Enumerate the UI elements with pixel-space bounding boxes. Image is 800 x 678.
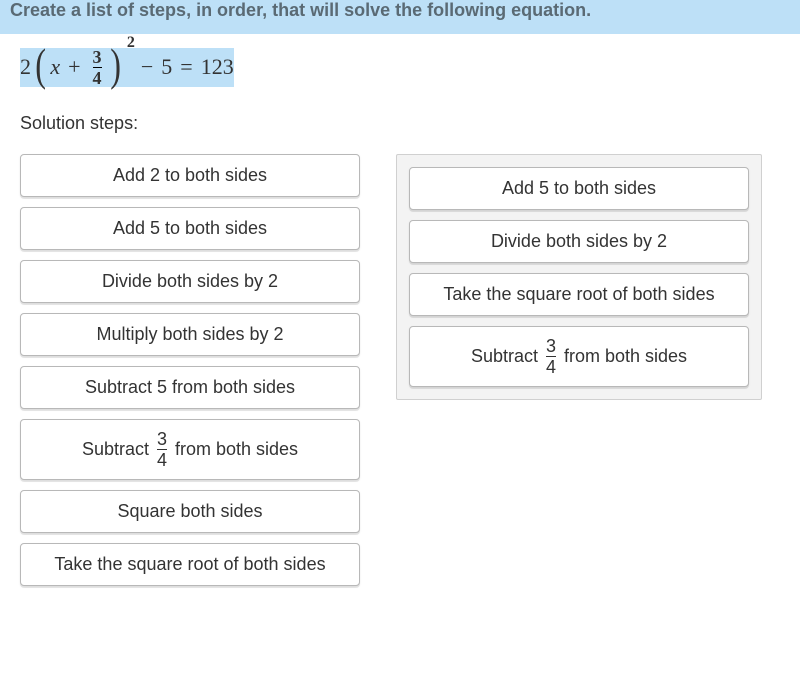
tile-fraction: 34 — [544, 337, 558, 376]
step-tile[interactable]: Take the square root of both sides — [20, 543, 360, 586]
step-tile[interactable]: Subtract34from both sides — [409, 326, 749, 387]
step-tile[interactable]: Add 5 to both sides — [20, 207, 360, 250]
tile-text-pre: Subtract — [82, 439, 149, 460]
eq-equals: = — [174, 54, 198, 80]
tile-text: Add 5 to both sides — [113, 218, 267, 239]
prompt-text: Create a list of steps, in order, that w… — [10, 0, 591, 20]
eq-fraction: 3 4 — [91, 48, 104, 87]
answer-tile-list: Add 5 to both sides Divide both sides by … — [409, 167, 749, 387]
step-tile[interactable]: Divide both sides by 2 — [20, 260, 360, 303]
tile-fraction: 34 — [155, 430, 169, 469]
eq-plus: + — [62, 54, 86, 80]
eq-lparen: ( — [35, 51, 46, 79]
tile-frac-num: 3 — [546, 337, 556, 355]
tile-text: Take the square root of both sides — [443, 284, 714, 305]
step-tile[interactable]: Subtract 5 from both sides — [20, 366, 360, 409]
tile-text: Add 5 to both sides — [502, 178, 656, 199]
step-tile[interactable]: Add 5 to both sides — [409, 167, 749, 210]
eq-rparen: ) — [110, 51, 121, 79]
step-tile[interactable]: Square both sides — [20, 490, 360, 533]
tile-text: Divide both sides by 2 — [491, 231, 667, 252]
tile-frac-den: 4 — [157, 451, 167, 469]
tile-text: Square both sides — [117, 501, 262, 522]
step-tile[interactable]: Take the square root of both sides — [409, 273, 749, 316]
eq-coef: 2 — [20, 54, 31, 80]
tile-text: Take the square root of both sides — [54, 554, 325, 575]
eq-minus: − — [135, 54, 159, 80]
tile-text: Subtract 5 from both sides — [85, 377, 295, 398]
tile-frac-den: 4 — [546, 358, 556, 376]
step-tile[interactable]: Divide both sides by 2 — [409, 220, 749, 263]
step-tile[interactable]: Multiply both sides by 2 — [20, 313, 360, 356]
tile-text-post: from both sides — [564, 346, 687, 367]
eq-frac-num: 3 — [93, 48, 102, 66]
eq-exponent: 2 — [127, 34, 135, 52]
step-tile[interactable]: Add 2 to both sides — [20, 154, 360, 197]
tile-text: Add 2 to both sides — [113, 165, 267, 186]
tile-text-post: from both sides — [175, 439, 298, 460]
section-label: Solution steps: — [0, 105, 800, 154]
columns: Add 2 to both sides Add 5 to both sides Di… — [0, 154, 800, 586]
eq-frac-den: 4 — [93, 69, 102, 87]
equation-display: 2 ( x + 3 4 ) 2 − 5 = 123 — [0, 34, 800, 105]
answer-dropzone[interactable]: Add 5 to both sides Divide both sides by … — [396, 154, 762, 400]
tile-text: Divide both sides by 2 — [102, 271, 278, 292]
source-tile-list[interactable]: Add 2 to both sides Add 5 to both sides Di… — [20, 154, 360, 586]
tile-text-pre: Subtract — [471, 346, 538, 367]
eq-rhs: 123 — [201, 54, 234, 80]
step-tile[interactable]: Subtract34from both sides — [20, 419, 360, 480]
tile-frac-num: 3 — [157, 430, 167, 448]
eq-var: x — [50, 54, 60, 80]
prompt-bar: Create a list of steps, in order, that w… — [0, 0, 800, 34]
eq-subconst: 5 — [161, 54, 172, 80]
tile-text: Multiply both sides by 2 — [96, 324, 283, 345]
